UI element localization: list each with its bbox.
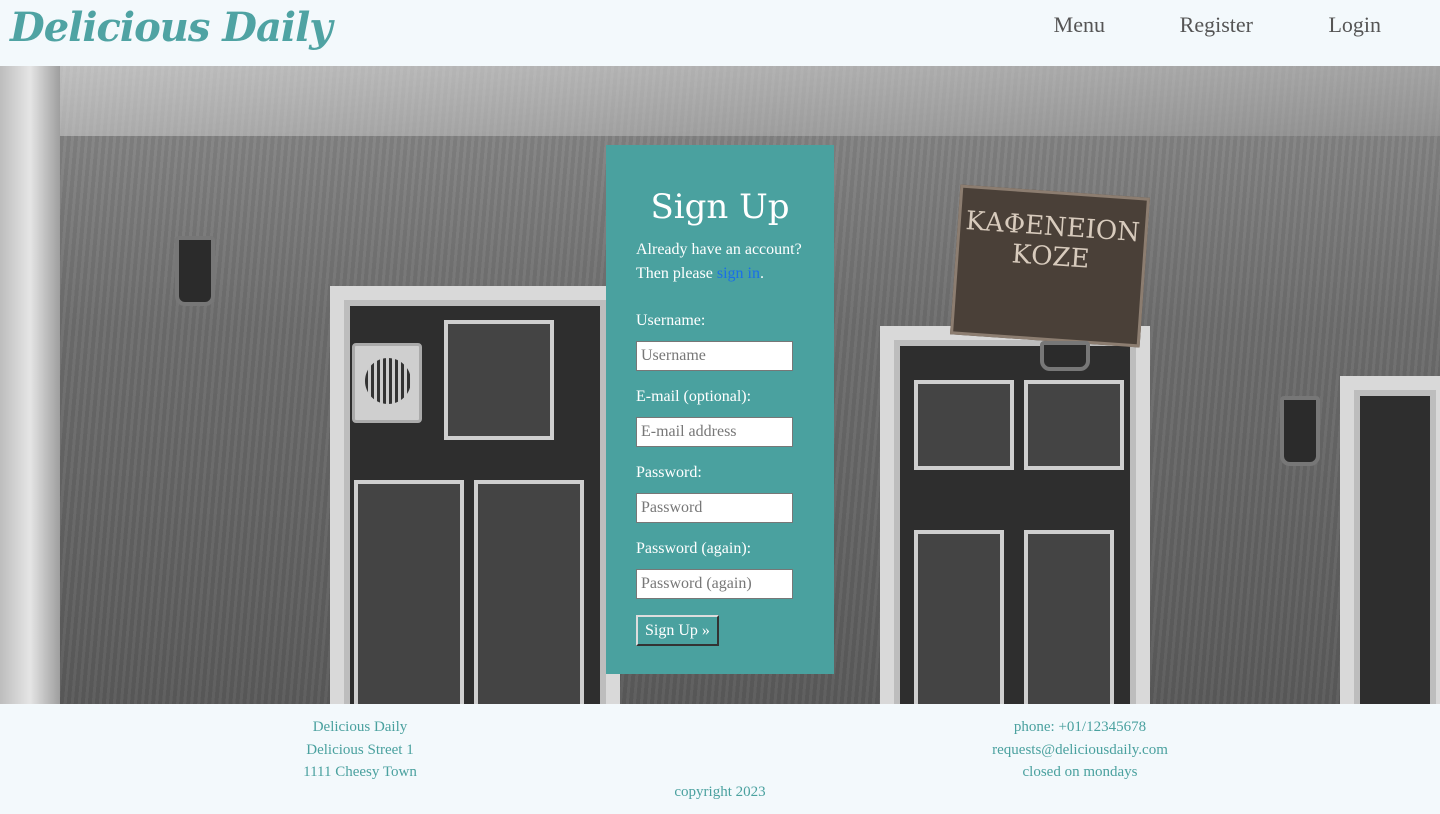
wall-lamp-icon [1040, 341, 1090, 371]
nav-register[interactable]: Register [1180, 12, 1253, 38]
password-again-label: Password (again): [636, 540, 752, 557]
username-label: Username: [636, 312, 706, 329]
building-pillar [0, 66, 60, 704]
building-roof [0, 66, 1440, 136]
building-window-right [1340, 376, 1440, 704]
footer-business-name: Delicious Daily [312, 719, 408, 735]
building-window-middle [880, 326, 1150, 704]
email-label: E-mail (optional): [636, 388, 752, 405]
signup-title: Sign Up [650, 187, 790, 227]
footer-address: Delicious Daily Delicious Street 1 1111 … [160, 716, 560, 784]
nav-login[interactable]: Login [1328, 12, 1381, 38]
password-label: Password: [636, 464, 702, 481]
cafe-sign: ΚΑΦΕΝΕΙΟΝ ΚΟΖΕ [949, 184, 1151, 348]
site-footer: Delicious Daily Delicious Street 1 1111 … [0, 704, 1440, 814]
nav-menu[interactable]: Menu [1054, 12, 1105, 38]
footer-town: 1111 Cheesy Town [303, 764, 417, 780]
footer-contact: phone: +01/12345678 requests@deliciousda… [880, 716, 1280, 784]
footer-street: Delicious Street 1 [306, 741, 414, 758]
signup-intro: Already have an account? Then please sig… [636, 241, 802, 282]
footer-email: requests@deliciousdaily.com [992, 741, 1168, 758]
username-input[interactable] [636, 341, 793, 371]
signup-button[interactable]: Sign Up » [636, 615, 719, 646]
signup-card: Sign Up Already have an account? Then pl… [606, 145, 834, 674]
wall-vent [352, 343, 422, 423]
sign-in-link[interactable]: sign in [717, 265, 760, 282]
password-input[interactable] [636, 493, 793, 523]
site-logo[interactable]: Delicious Daily [10, 4, 333, 51]
wall-lamp-icon [1280, 396, 1320, 466]
site-header: Delicious Daily Menu Register Login [0, 0, 1440, 66]
footer-phone: phone: +01/12345678 [1013, 719, 1147, 735]
password-again-input[interactable] [636, 569, 793, 599]
footer-hours: closed on mondays [1022, 764, 1138, 780]
wall-lamp-icon [175, 236, 215, 306]
email-input[interactable] [636, 417, 793, 447]
footer-copyright: copyright 2023 [674, 784, 766, 800]
